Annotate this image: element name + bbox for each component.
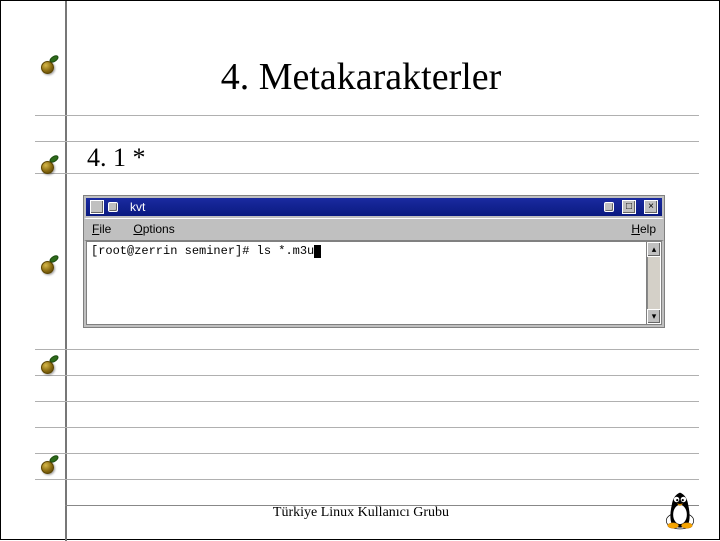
terminal-command: ls *.m3u bbox=[257, 244, 315, 258]
slide-page: 4. Metakarakterler 4. 1 * kvt □ × File O… bbox=[0, 0, 720, 540]
scroll-up-button[interactable]: ▴ bbox=[647, 242, 661, 257]
bullet-icon bbox=[39, 157, 59, 177]
bullet-icon bbox=[39, 457, 59, 477]
window-pin-icon[interactable] bbox=[108, 202, 118, 212]
terminal-prompt: [root@zerrin seminer]# bbox=[91, 244, 257, 258]
maximize-button[interactable]: □ bbox=[622, 200, 636, 214]
menu-file-rest: ile bbox=[99, 222, 111, 236]
rule-line bbox=[35, 401, 699, 402]
bullet-icon bbox=[39, 257, 59, 277]
menu-help-rest: elp bbox=[640, 222, 656, 236]
rule-line bbox=[35, 479, 699, 480]
window-system-icon[interactable] bbox=[90, 200, 104, 214]
bullet-icon bbox=[39, 357, 59, 377]
rule-line bbox=[35, 453, 699, 454]
rule-line bbox=[35, 349, 699, 350]
window-title: kvt bbox=[124, 200, 151, 214]
menu-options[interactable]: Options bbox=[133, 222, 174, 236]
terminal-wrap: [root@zerrin seminer]# ls *.m3u ▴ ▾ bbox=[84, 240, 664, 327]
menu-file[interactable]: File bbox=[92, 222, 111, 236]
scroll-down-button[interactable]: ▾ bbox=[647, 309, 661, 324]
tux-icon bbox=[659, 483, 701, 531]
rule-line bbox=[35, 173, 699, 174]
rule-line bbox=[35, 427, 699, 428]
terminal-area[interactable]: [root@zerrin seminer]# ls *.m3u bbox=[86, 241, 646, 325]
slide-footer: Türkiye Linux Kullanıcı Grubu bbox=[1, 505, 720, 521]
menu-help[interactable]: Help bbox=[631, 222, 656, 236]
window-titlebar[interactable]: kvt □ × bbox=[84, 196, 664, 218]
close-button[interactable]: × bbox=[644, 200, 658, 214]
slide-title: 4. Metakarakterler bbox=[1, 55, 720, 99]
scrollbar[interactable]: ▴ ▾ bbox=[646, 241, 662, 325]
window-iconify-icon[interactable] bbox=[604, 202, 614, 212]
rule-line bbox=[35, 115, 699, 116]
slide-subtitle: 4. 1 * bbox=[87, 143, 146, 173]
scroll-track[interactable] bbox=[647, 257, 661, 309]
rule-line bbox=[35, 375, 699, 376]
rule-line bbox=[35, 141, 699, 142]
cursor-icon bbox=[314, 245, 321, 258]
terminal-window: kvt □ × File Options Help [root@zerrin s… bbox=[83, 195, 665, 328]
menu-options-rest: ptions bbox=[143, 222, 175, 236]
menu-bar: File Options Help bbox=[84, 218, 664, 240]
